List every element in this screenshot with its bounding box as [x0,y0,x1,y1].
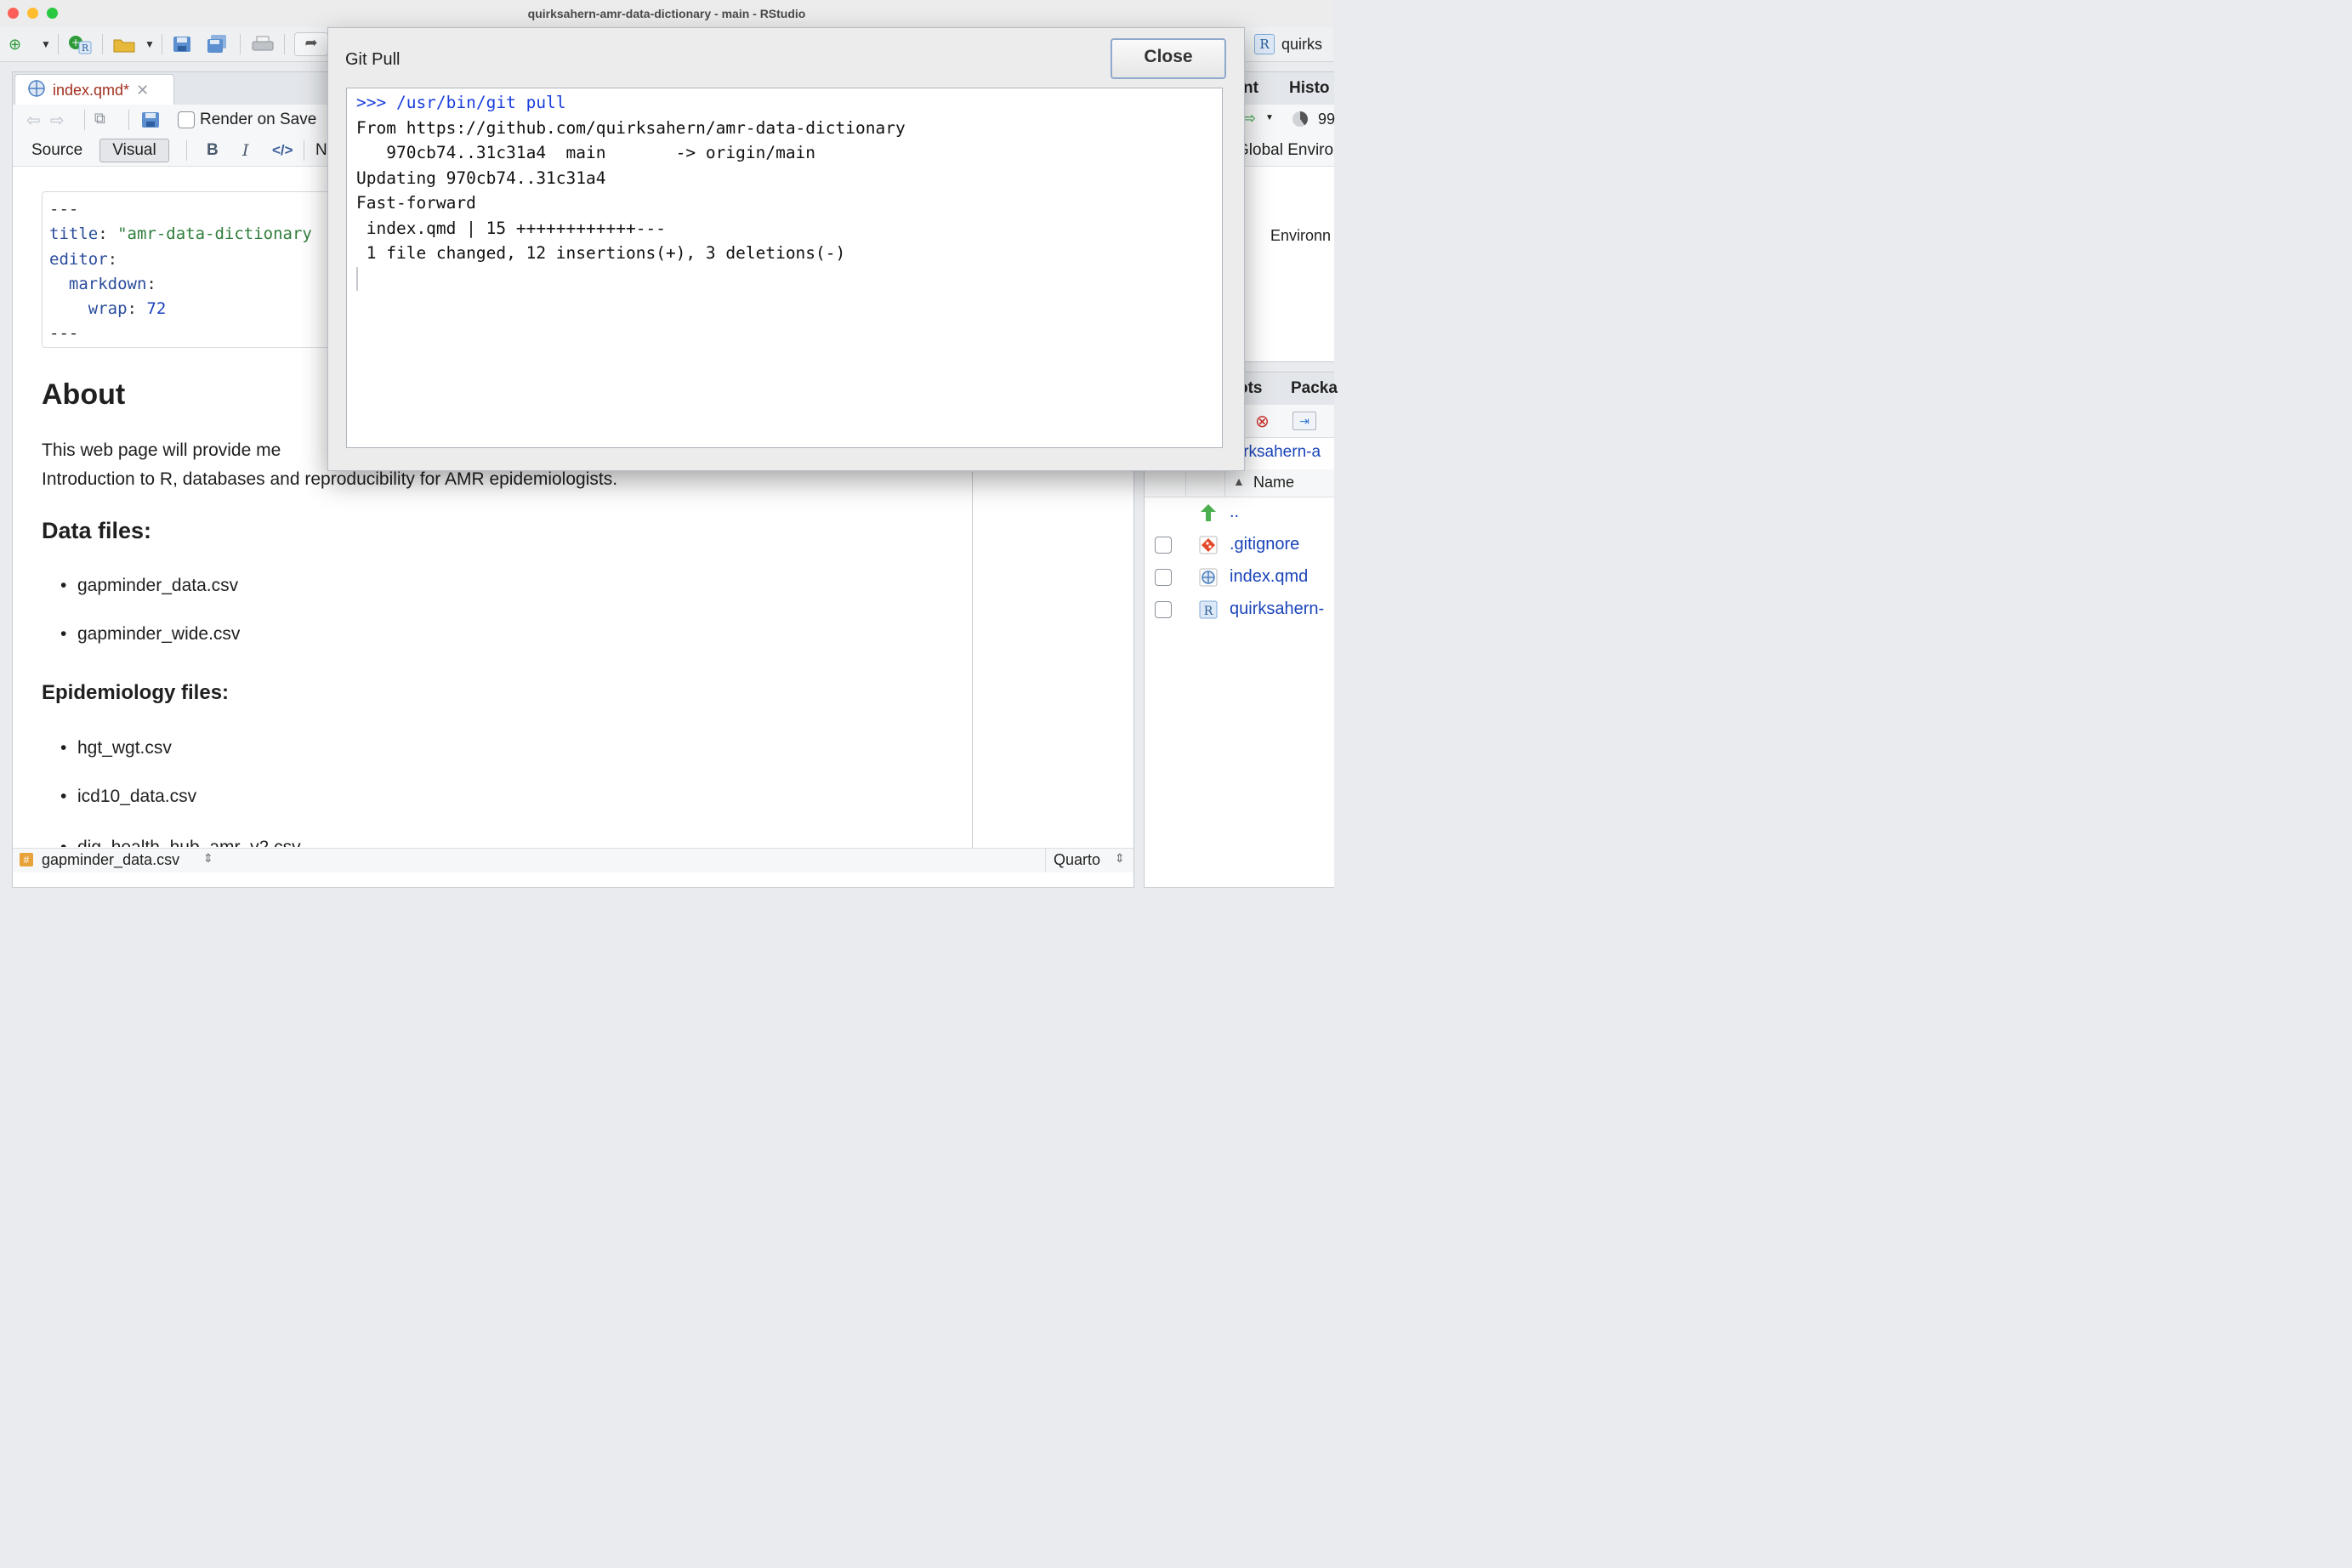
list-item: gapminder_data.csv [42,576,238,596]
tab-environment[interactable]: nt [1243,72,1258,105]
memory-pie-icon [1292,111,1308,127]
console-line: 970cb74..31c31a4 main -> origin/main [356,143,816,162]
quarto-icon [1197,566,1219,588]
memory-usage: 99 [1318,111,1336,128]
new-project-icon[interactable]: + R [68,35,94,54]
project-label: quirks [1281,35,1323,53]
delete-icon[interactable]: ⊗ [1255,411,1270,432]
file-name: .. [1230,503,1240,521]
file-name[interactable]: index.qmd [1230,567,1308,587]
save-icon[interactable] [140,111,161,134]
sort-ascending-icon: ▲ [1233,474,1245,488]
quarto-icon [27,79,46,102]
console-line: index.qmd | 15 ++++++++++++--- [356,218,666,238]
chevron-down-icon[interactable]: ▼ [145,35,155,54]
filetype-selector[interactable]: Quarto [1054,851,1100,869]
file-checkbox[interactable] [1155,569,1172,586]
show-in-window-icon[interactable]: ⧉ [94,110,105,128]
name-column-header[interactable]: Name [1253,474,1294,491]
open-folder-icon[interactable] [112,35,138,54]
svg-text:R: R [82,43,89,54]
save-all-icon[interactable] [206,35,230,54]
files-path-breadcrumb[interactable]: irksahern-a [1240,443,1321,462]
save-icon[interactable] [172,35,192,54]
render-on-save-label: Render on Save [200,111,317,128]
window-titlebar: quirksahern-amr-data-dictionary - main -… [0,0,1333,28]
dialog-title: Git Pull [345,50,401,69]
file-row-index[interactable]: index.qmd [1145,562,1334,594]
yaml-front-matter[interactable]: --- title: "amr-data-dictionary editor: … [42,191,348,348]
list-item: gapminder_wide.csv [42,624,240,645]
tab-packages[interactable]: Packa [1291,372,1338,405]
rproj-icon: R [1254,34,1275,54]
about-paragraph-line1: This web page will provide me [42,440,281,460]
editor-tab-index[interactable]: index.qmd* ✕ [14,74,174,105]
new-file-icon[interactable]: ⊕ [9,35,21,54]
render-on-save-checkbox[interactable] [178,111,195,128]
chevron-down-icon[interactable]: ▼ [41,35,51,54]
text-cursor [356,267,358,291]
source-mode-button[interactable]: Source [31,141,82,160]
git-icon [1197,534,1219,556]
data-files-heading: Data files: [42,518,152,543]
console-line: Updating 970cb74..31c31a4 [356,168,606,188]
list-item: hgt_wgt.csv [42,738,172,758]
updown-icon: ⇕ [1115,851,1125,865]
section-navigator[interactable]: gapminder_data.csv [42,851,179,869]
visual-mode-button[interactable]: Visual [99,139,169,162]
section-hash-icon: # [20,853,33,866]
file-name[interactable]: quirksahern- [1230,599,1324,619]
updown-icon: ⇕ [203,851,213,865]
project-menu-button[interactable]: R quirks [1254,33,1322,55]
window-title: quirksahern-amr-data-dictionary - main -… [527,7,806,20]
bold-button[interactable]: B [207,141,219,160]
back-arrow-icon[interactable]: ⇦ [26,110,41,131]
epidemiology-files-heading: Epidemiology files: [42,681,230,704]
rproj-icon: R [1197,599,1219,621]
editor-status-bar: # gapminder_data.csv ⇕ Quarto ⇕ [13,848,1133,872]
console-line: From https://github.com/quirksahern/amr-… [356,117,906,138]
file-checkbox[interactable] [1155,601,1172,618]
close-button[interactable]: Close [1111,38,1226,79]
about-heading: About [42,378,126,411]
forward-arrow-icon[interactable]: ⇨ [50,110,65,131]
file-row-parent[interactable]: .. [1145,497,1334,530]
list-item: icd10_data.csv [42,787,196,807]
environment-empty-message: Environn [1270,227,1332,244]
svg-text:R: R [1204,605,1213,618]
console-line: Fast-forward [356,193,476,213]
console-line: 1 file changed, 12 insertions(+), 3 dele… [356,243,846,263]
chevron-down-icon[interactable]: ▼ [1265,113,1274,122]
environment-scope-selector[interactable]: Global Enviro [1236,141,1333,160]
list-item: dig_health_hub_amr_v2.csv [42,833,301,847]
code-button[interactable]: </> [272,142,293,159]
up-arrow-icon [1197,502,1219,524]
block-format-menu[interactable]: N [315,141,327,160]
file-row-gitignore[interactable]: .gitignore [1145,530,1334,562]
rename-icon[interactable]: ⇥ [1292,412,1316,430]
console-line: >>> /usr/bin/git pull [356,93,566,112]
editor-tab-label: index.qmd* [53,81,130,99]
print-icon[interactable] [250,35,276,54]
italic-button[interactable]: I [242,141,249,160]
file-row-rproj[interactable]: R quirksahern- [1145,594,1334,627]
git-pull-dialog: Git Pull Close >>> /usr/bin/git pull Fro… [327,27,1245,471]
file-checkbox[interactable] [1155,537,1172,554]
file-name[interactable]: .gitignore [1230,535,1299,554]
tab-history[interactable]: Histo [1289,72,1330,105]
git-output-console[interactable]: >>> /usr/bin/git pull From https://githu… [346,88,1223,448]
export-icon[interactable]: ⇨ [1243,110,1256,128]
go-to-file-icon[interactable]: ➦ [294,32,328,56]
close-icon[interactable]: ✕ [136,82,149,99]
